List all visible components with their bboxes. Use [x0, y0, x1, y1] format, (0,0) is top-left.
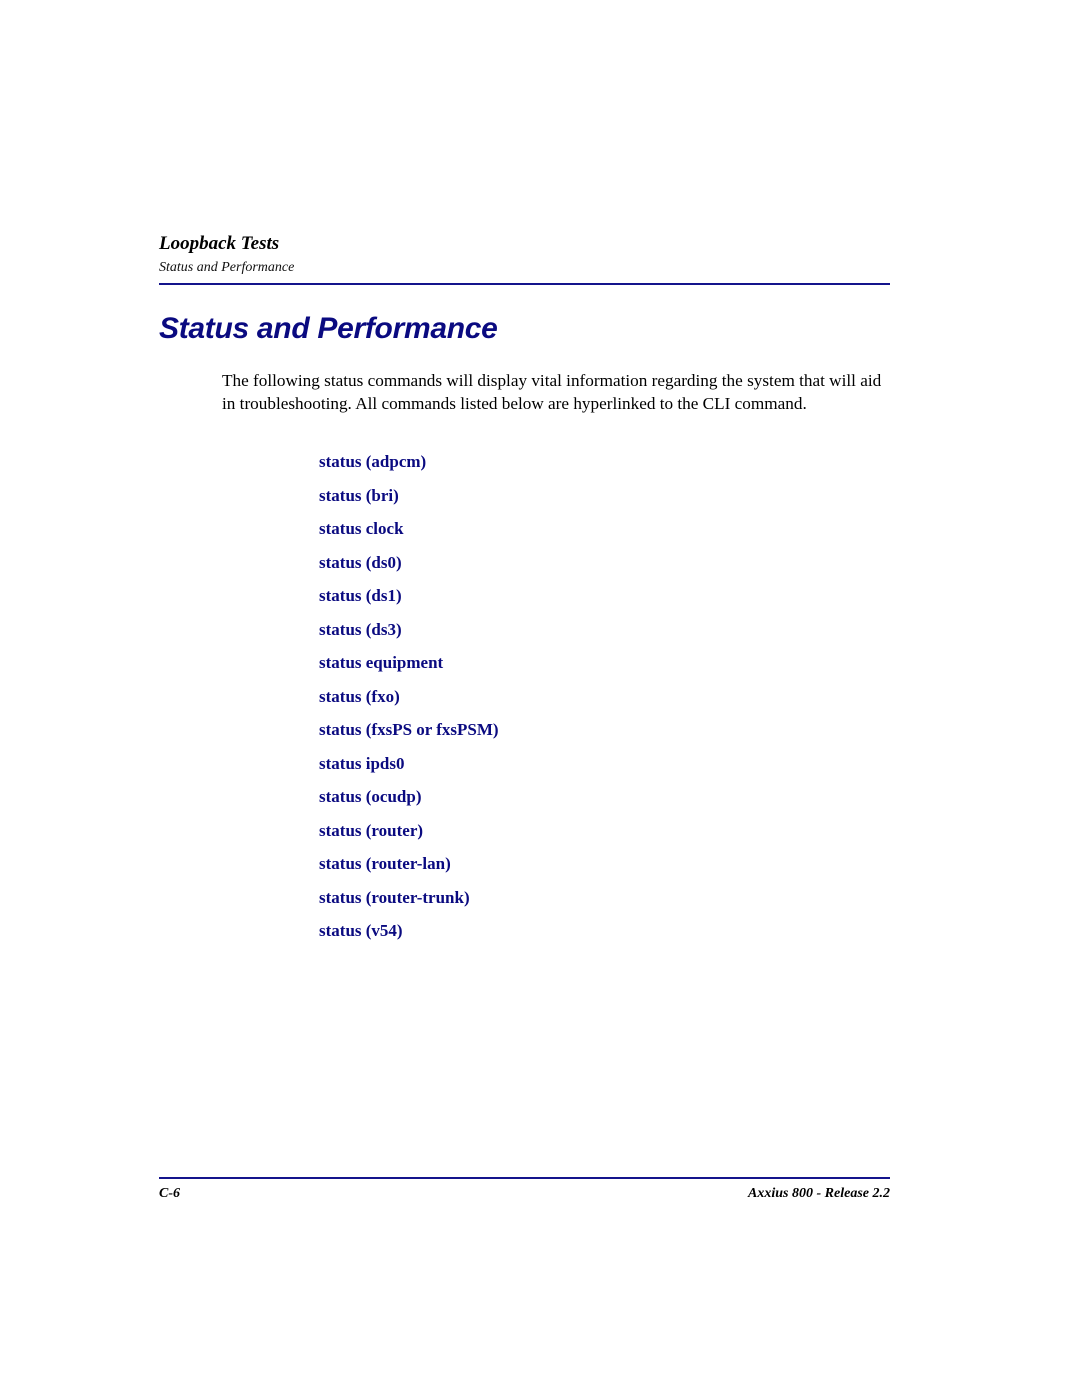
section-subtitle: Status and Performance: [159, 260, 295, 275]
list-item: status (adpcm): [319, 450, 499, 484]
link-status-router-trunk[interactable]: status (router-trunk): [319, 888, 470, 907]
link-status-ds0[interactable]: status (ds0): [319, 553, 402, 572]
running-head: Loopback Tests Status and Performance: [159, 233, 890, 276]
list-item: status (fxo): [319, 685, 499, 719]
link-status-ocudp[interactable]: status (ocudp): [319, 787, 422, 806]
link-status-clock[interactable]: status clock: [319, 519, 404, 538]
page-title: Status and Performance: [159, 312, 498, 345]
header-rule: [159, 283, 890, 285]
link-status-equipment[interactable]: status equipment: [319, 653, 443, 672]
link-status-fxo[interactable]: status (fxo): [319, 687, 400, 706]
page-number: C-6: [159, 1186, 180, 1201]
link-status-v54[interactable]: status (v54): [319, 921, 403, 940]
list-item: status (router-trunk): [319, 886, 499, 920]
list-item: status (ds3): [319, 618, 499, 652]
footer-rule: [159, 1177, 890, 1179]
list-item: status (bri): [319, 484, 499, 518]
link-status-adpcm[interactable]: status (adpcm): [319, 452, 426, 471]
link-status-router[interactable]: status (router): [319, 821, 423, 840]
list-item: status (ds1): [319, 584, 499, 618]
link-status-router-lan[interactable]: status (router-lan): [319, 854, 451, 873]
list-item: status (v54): [319, 919, 499, 953]
list-item: status (router-lan): [319, 852, 499, 886]
page-footer: C-6 Axxius 800 - Release 2.2: [159, 1185, 890, 1203]
list-item: status (fxsPS or fxsPSM): [319, 718, 499, 752]
chapter-title: Loopback Tests: [159, 233, 280, 254]
list-item: status ipds0: [319, 752, 499, 786]
list-item: status clock: [319, 517, 499, 551]
intro-paragraph: The following status commands will displ…: [222, 371, 882, 413]
command-link-list: status (adpcm) status (bri) status clock…: [319, 450, 499, 953]
document-title: Axxius 800 - Release 2.2: [748, 1186, 890, 1201]
link-status-ipds0[interactable]: status ipds0: [319, 754, 405, 773]
list-item: status (ds0): [319, 551, 499, 585]
list-item: status (ocudp): [319, 785, 499, 819]
list-item: status equipment: [319, 651, 499, 685]
link-status-ds1[interactable]: status (ds1): [319, 586, 402, 605]
link-status-bri[interactable]: status (bri): [319, 486, 399, 505]
link-status-fxsps[interactable]: status (fxsPS or fxsPSM): [319, 720, 499, 739]
link-status-ds3[interactable]: status (ds3): [319, 620, 402, 639]
list-item: status (router): [319, 819, 499, 853]
